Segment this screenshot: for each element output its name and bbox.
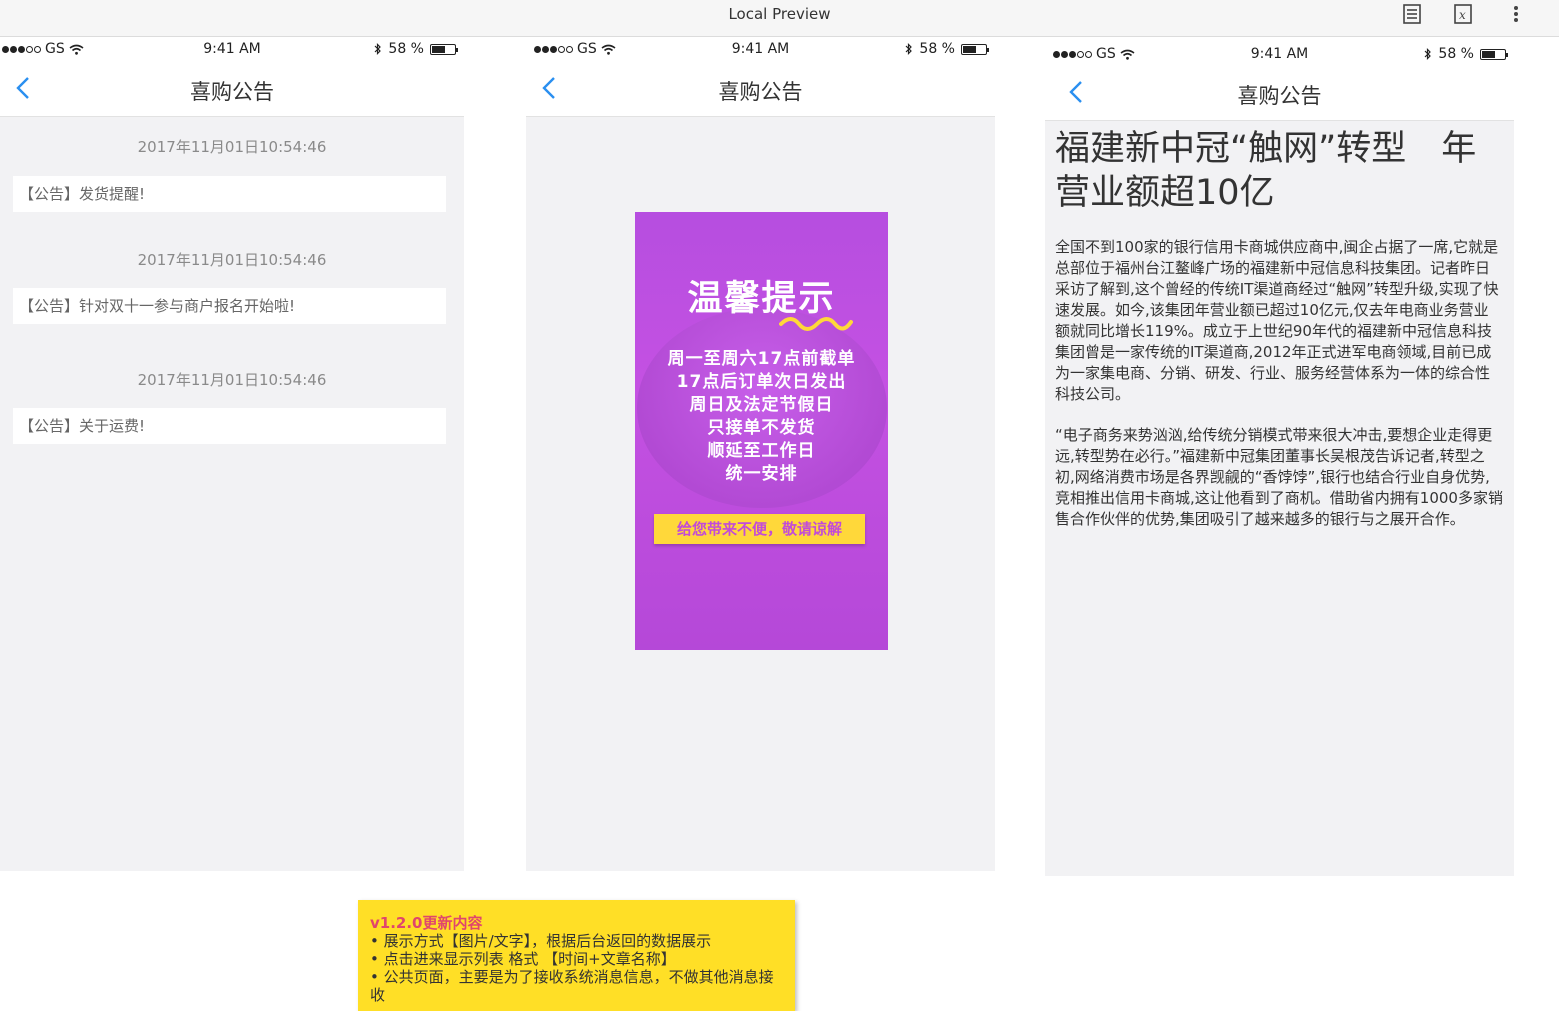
viewer-title: Local Preview bbox=[728, 5, 831, 23]
document-icon[interactable] bbox=[1399, 2, 1425, 26]
battery-icon bbox=[430, 43, 458, 55]
article-paragraph: “电子商务来势汹汹,给传统分销模式带来很大冲击,要想企业走得更远,转型势在必行。… bbox=[1055, 426, 1503, 528]
notice-time: 2017年11月01日10:54:46 bbox=[137, 251, 327, 269]
formula-icon[interactable]: x bbox=[1451, 2, 1477, 26]
battery-label: 58 % bbox=[1438, 46, 1474, 62]
poster-line: 顺延至工作日 bbox=[707, 441, 816, 461]
battery-fill bbox=[1482, 50, 1495, 58]
note-item: • 点击进来显示列表 格式 【时间+文章名称】 bbox=[370, 950, 676, 968]
notice-card[interactable]: 【公告】关于运费! bbox=[13, 408, 446, 444]
poster-line: 统一安排 bbox=[725, 464, 798, 484]
viewer-toolbar: Local Preview x bbox=[0, 0, 1559, 37]
page-title: 喜购公告 bbox=[190, 80, 274, 104]
status-bar: GS 9:41 AM 58 % bbox=[0, 37, 464, 63]
poster-badge: 给您带来不便，敬请谅解 bbox=[654, 514, 865, 544]
notice-time: 2017年11月01日10:54:46 bbox=[137, 138, 327, 156]
phone-notice-list: GS 9:41 AM 58 % 喜购公告 2017年11月01日10:54:46… bbox=[0, 37, 464, 871]
more-vertical-icon[interactable] bbox=[1503, 2, 1529, 26]
phone-notice-image: GS 9:41 AM 58 % 喜购公告 温馨提示 周一至周六17点前截单 17… bbox=[526, 37, 995, 871]
battery-fill bbox=[963, 45, 976, 53]
note-title: v1.2.0更新内容 bbox=[370, 914, 483, 932]
notice-card[interactable]: 【公告】针对双十一参与商户报名开始啦! bbox=[13, 288, 446, 324]
poster-lines: 周一至周六17点前截单 17点后订单次日发出 周日及法定节假日 只接单不发货 顺… bbox=[635, 348, 888, 486]
battery-label: 58 % bbox=[919, 41, 955, 57]
bluetooth-icon bbox=[905, 42, 913, 55]
nav-bar: 喜购公告 bbox=[1045, 67, 1514, 121]
battery-label: 58 % bbox=[388, 41, 424, 57]
battery-icon bbox=[1480, 48, 1508, 60]
notice-card[interactable]: 【公告】发货提醒! bbox=[13, 176, 446, 212]
battery-icon bbox=[961, 43, 989, 55]
bluetooth-icon bbox=[1424, 47, 1432, 60]
bluetooth-icon bbox=[374, 42, 382, 55]
page-title: 喜购公告 bbox=[718, 80, 803, 104]
status-bar: GS 9:41 AM 58 % bbox=[526, 37, 995, 63]
viewer-tools: x bbox=[1399, 2, 1529, 26]
note-item: • 公共页面，主要是为了接收系统消息信息，不做其他消息接收 bbox=[370, 968, 774, 1004]
article-body: 福建新中冠“触网”转型 年营业额超10亿 全国不到100家的银行信用卡商城供应商… bbox=[1055, 127, 1503, 550]
page-title: 喜购公告 bbox=[1237, 84, 1322, 108]
article-paragraph: 全国不到100家的银行信用卡商城供应商中,闽企占据了一席,它就是总部位于福州台江… bbox=[1055, 238, 1499, 403]
note-item: • 展示方式【图片/文字】，根据后台返回的数据展示 bbox=[370, 932, 712, 950]
poster-line: 周一至周六17点前截单 bbox=[667, 349, 856, 369]
notice-time: 2017年11月01日10:54:46 bbox=[137, 371, 327, 389]
phone-notice-article: GS 9:41 AM 58 % 喜购公告 福建新中冠“触网”转型 年营业额超10… bbox=[1045, 37, 1514, 876]
nav-bar: 喜购公告 bbox=[0, 63, 464, 117]
poster-line: 17点后订单次日发出 bbox=[676, 372, 847, 392]
notice-poster-image: 温馨提示 周一至周六17点前截单 17点后订单次日发出 周日及法定节假日 只接单… bbox=[635, 212, 888, 650]
poster-line: 只接单不发货 bbox=[707, 418, 816, 438]
poster-line: 周日及法定节假日 bbox=[689, 395, 834, 415]
nav-bar: 喜购公告 bbox=[526, 63, 995, 117]
wave-decoration-icon bbox=[779, 317, 853, 331]
status-bar: GS 9:41 AM 58 % bbox=[1045, 37, 1514, 67]
battery-fill bbox=[432, 45, 445, 53]
update-notes-sticky: v1.2.0更新内容 • 展示方式【图片/文字】，根据后台返回的数据展示 • 点… bbox=[358, 900, 795, 1011]
svg-text:x: x bbox=[1459, 8, 1466, 22]
article-title: 福建新中冠“触网”转型 年营业额超10亿 bbox=[1055, 129, 1477, 213]
